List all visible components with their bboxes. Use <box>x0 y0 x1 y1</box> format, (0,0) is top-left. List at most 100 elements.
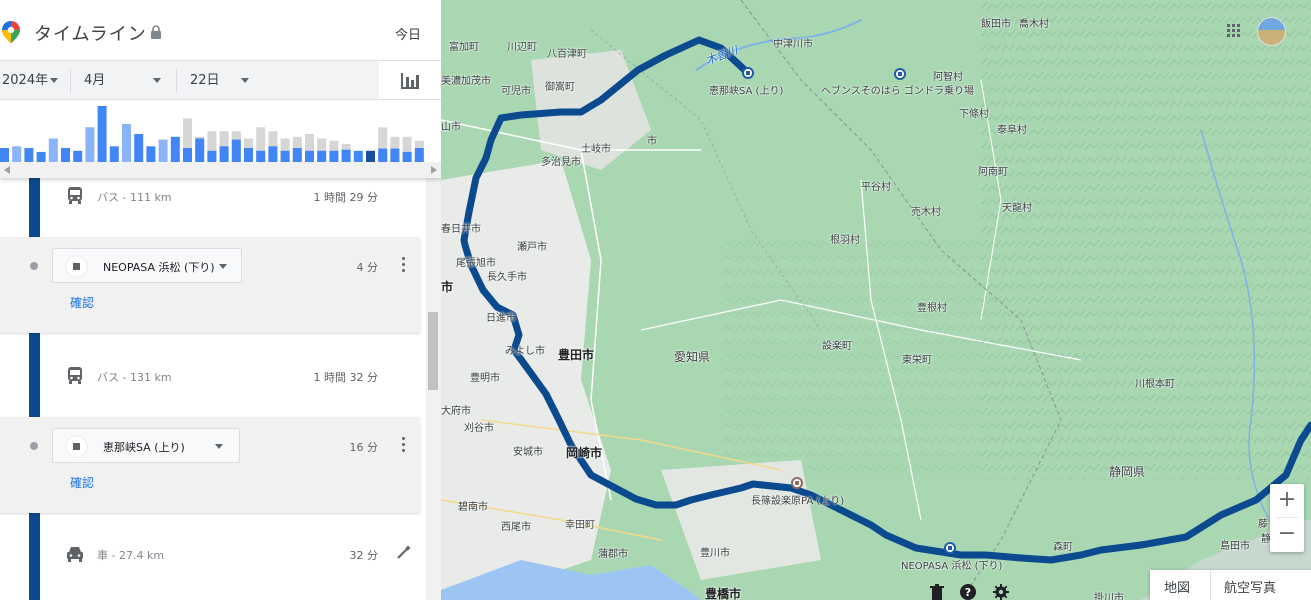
place-label: 安城市 <box>513 447 543 458</box>
timeline-scrollbar[interactable] <box>426 178 441 600</box>
place-label: 山市 <box>441 122 461 133</box>
histogram-bar[interactable] <box>378 148 388 162</box>
histogram-bar[interactable] <box>85 127 95 162</box>
histogram-bar[interactable] <box>24 148 34 162</box>
month-select[interactable]: 4月 <box>84 61 168 101</box>
place-label: 喬木村 <box>1019 19 1049 30</box>
map-canvas[interactable]: 富加町 川辺町 八百津町 中津川市 飯田市 喬木村 美濃加茂市 可児市 御嵩町 … <box>441 0 1311 600</box>
timeline-list: バス - 111 km 1 時間 29 分 NEOPASA 浜松 (下り) 4 … <box>0 178 426 600</box>
histogram-bar[interactable] <box>207 150 217 162</box>
histogram-bar[interactable] <box>390 148 400 162</box>
place-chip[interactable]: NEOPASA 浜松 (下り) <box>52 248 242 283</box>
histogram-bar[interactable] <box>366 150 375 162</box>
stop-marker[interactable] <box>742 67 754 79</box>
stats-button[interactable] <box>379 60 441 100</box>
histogram-bar[interactable] <box>353 150 363 162</box>
histogram-bar[interactable] <box>195 138 205 162</box>
histogram-bar[interactable] <box>329 150 339 162</box>
month-value: 4月 <box>84 73 106 88</box>
place-label: 春日井市 <box>441 224 481 235</box>
place-chip[interactable]: 恵那峡SA (上り) <box>52 428 240 463</box>
gear-icon[interactable] <box>993 584 1009 600</box>
timeline-panel: タイムライン 今日 2024年 4月 22日 バス - 111 km 1 時間 … <box>0 0 441 600</box>
map-type-aerial-button[interactable]: 航空写真 <box>1224 577 1276 596</box>
place-label: 土岐市 <box>581 144 611 155</box>
histogram-bar[interactable] <box>256 150 266 162</box>
zoom-in-button[interactable]: + <box>1270 484 1304 518</box>
histogram-bar[interactable] <box>231 139 241 162</box>
place-label: 豊明市 <box>470 373 500 384</box>
histogram-bar[interactable] <box>0 148 9 162</box>
apps-grid-icon[interactable] <box>1227 24 1241 38</box>
stop-duration: 16 分 <box>349 441 379 454</box>
place-label: 阿智村 <box>933 72 963 83</box>
map-type-map-button[interactable]: 地図 <box>1164 577 1190 596</box>
more-options-icon[interactable] <box>402 437 406 453</box>
place-label: 尾張旭市 <box>456 258 496 269</box>
move-label: バス - 111 km <box>97 191 172 204</box>
chevron-down-icon <box>215 444 223 449</box>
histogram-bar[interactable] <box>97 106 107 162</box>
histogram-bar[interactable] <box>402 151 412 162</box>
histogram-bar[interactable] <box>48 138 58 162</box>
histogram-bar[interactable] <box>414 148 424 162</box>
timeline-move-item[interactable]: 車 - 27.4 km 32 分 <box>0 524 426 584</box>
histogram-bar[interactable] <box>73 150 83 162</box>
histogram-bar[interactable] <box>134 134 144 162</box>
histogram-bar[interactable] <box>146 146 156 162</box>
stop-marker[interactable] <box>791 477 803 489</box>
timeline-stop-item[interactable]: NEOPASA 浜松 (下り) 4 分 確認 <box>0 237 420 333</box>
histogram-bar[interactable] <box>292 148 302 162</box>
trash-icon[interactable] <box>929 584 945 600</box>
histogram-bar[interactable] <box>109 146 119 162</box>
stop-marker[interactable] <box>894 68 906 80</box>
daily-activity-histogram[interactable] <box>0 106 425 162</box>
place-label: 瀬戸市 <box>517 242 547 253</box>
histogram-scrollbar[interactable] <box>0 162 441 178</box>
place-label: 美濃加茂市 <box>441 76 491 87</box>
histogram-bar[interactable] <box>158 139 168 162</box>
place-label: 藤 <box>1258 519 1268 530</box>
more-options-icon[interactable] <box>402 257 406 273</box>
avatar[interactable] <box>1257 17 1286 46</box>
help-icon[interactable]: ? <box>960 584 976 600</box>
stop-marker[interactable] <box>944 542 956 554</box>
place-label: 平谷村 <box>861 182 891 193</box>
histogram-bar[interactable] <box>122 123 131 162</box>
place-label: ヘブンスそのはら ゴンドラ乗り場 <box>821 86 974 97</box>
confirm-link[interactable]: 確認 <box>70 474 94 491</box>
place-label: 東栄町 <box>902 355 932 366</box>
histogram-bar[interactable] <box>183 148 192 162</box>
histogram-bar[interactable] <box>280 150 290 162</box>
day-select[interactable]: 22日 <box>190 61 260 101</box>
histogram-bar[interactable] <box>12 146 22 162</box>
histogram-bar[interactable] <box>341 149 351 162</box>
chevron-down-icon <box>153 78 161 83</box>
place-label: 八百津町 <box>547 49 587 60</box>
histogram-bar[interactable] <box>305 150 314 162</box>
place-label: 日進市 <box>486 313 516 324</box>
timeline-stop-item[interactable]: 恵那峡SA (上り) 16 分 確認 <box>0 417 420 513</box>
today-button[interactable]: 今日 <box>395 24 421 43</box>
year-select[interactable]: 2024年 <box>2 61 68 101</box>
histogram-bar[interactable] <box>61 148 70 162</box>
bus-icon <box>68 187 82 204</box>
histogram-bar[interactable] <box>219 146 229 162</box>
confirm-link[interactable]: 確認 <box>70 294 94 311</box>
move-duration: 1 時間 29 分 <box>313 191 379 204</box>
histogram-bar[interactable] <box>244 148 253 162</box>
magic-wand-icon[interactable] <box>396 544 412 560</box>
place-label: 市 <box>441 280 454 294</box>
histogram-bar[interactable] <box>36 151 46 162</box>
zoom-out-button[interactable]: − <box>1270 518 1304 552</box>
scrollbar-thumb[interactable] <box>428 312 438 390</box>
place-label: NEOPASA 浜松 (下り) <box>901 561 1003 572</box>
place-label: 大府市 <box>441 406 471 417</box>
timeline-move-item[interactable]: バス - 131 km 1 時間 32 分 <box>0 346 426 406</box>
move-label: 車 - 27.4 km <box>97 549 165 562</box>
place-label: 島田市 <box>1220 541 1250 552</box>
place-label: 根羽村 <box>830 235 860 246</box>
histogram-bar[interactable] <box>317 150 327 162</box>
histogram-bar[interactable] <box>170 136 180 162</box>
histogram-bar[interactable] <box>268 146 278 162</box>
